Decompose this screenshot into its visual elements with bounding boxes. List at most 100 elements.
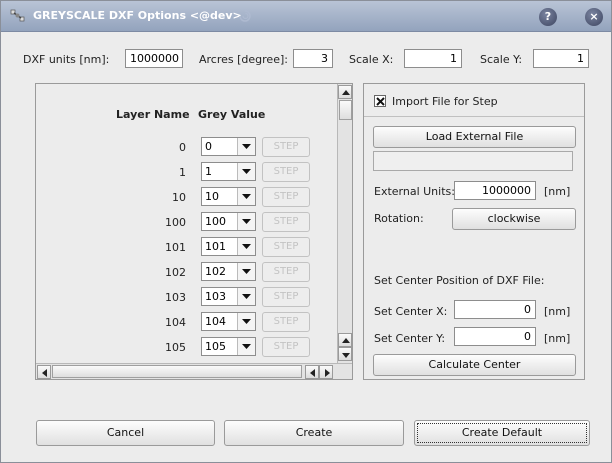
grey-value-combo[interactable]: 1	[201, 162, 256, 181]
step-button[interactable]: STEP	[262, 312, 310, 332]
external-units-unit: [nm]	[544, 185, 571, 198]
dropdown-button[interactable]	[237, 338, 255, 355]
chevron-down-icon	[242, 219, 251, 224]
step-button[interactable]: STEP	[262, 162, 310, 182]
layer-table-panel: Layer Name Grey Value 0 0 STEP 1 1 STEP 10 10 ST…	[35, 83, 353, 380]
external-units-field[interactable]: 1000000	[454, 181, 536, 200]
chevron-down-icon	[242, 344, 251, 349]
arrow-down-icon	[342, 353, 350, 358]
dropdown-button[interactable]	[237, 213, 255, 230]
vertical-scrollbar[interactable]	[337, 84, 352, 363]
import-file-label[interactable]: Import File for Step	[392, 95, 498, 108]
step-button[interactable]: STEP	[262, 187, 310, 207]
layer-name-cell: 0	[179, 141, 186, 154]
layer-name-cell: 101	[165, 241, 186, 254]
scroll-up-button[interactable]	[338, 85, 352, 99]
grey-value-text: 101	[205, 240, 226, 253]
chevron-down-icon	[242, 144, 251, 149]
layer-name-cell: 103	[165, 291, 186, 304]
calculate-center-button[interactable]: Calculate Center	[373, 354, 576, 376]
center-y-field[interactable]: 0	[454, 327, 536, 346]
chevron-down-icon	[242, 269, 251, 274]
step-button[interactable]: STEP	[262, 212, 310, 232]
vertical-scroll-thumb[interactable]	[339, 100, 352, 120]
step-button[interactable]: STEP	[262, 237, 310, 257]
dropdown-button[interactable]	[237, 288, 255, 305]
dropdown-button[interactable]	[237, 238, 255, 255]
step-button[interactable]: STEP	[262, 137, 310, 157]
help-button[interactable]: ?	[539, 8, 557, 26]
grey-value-text: 105	[205, 340, 226, 353]
chevron-down-icon	[242, 194, 251, 199]
grey-value-text: 0	[205, 140, 212, 153]
title-bar[interactable]: GREYSCALE DXF Options <@dev> ? ×	[1, 1, 611, 32]
step-button[interactable]: STEP	[262, 287, 310, 307]
grey-value-combo[interactable]: 10	[201, 187, 256, 206]
divider	[364, 116, 584, 117]
dropdown-button[interactable]	[237, 138, 255, 155]
dropdown-button[interactable]	[237, 188, 255, 205]
arrow-left-icon	[310, 369, 315, 377]
dxf-units-field[interactable]: 1000000	[125, 49, 183, 68]
swirl-icon	[239, 10, 251, 22]
scroll-right-button[interactable]	[319, 365, 333, 379]
rotation-label: Rotation:	[374, 212, 424, 225]
arrow-up-icon	[342, 90, 350, 95]
cancel-button[interactable]: Cancel	[36, 420, 215, 446]
center-x-label: Set Center X:	[374, 305, 448, 318]
grey-value-combo[interactable]: 0	[201, 137, 256, 156]
grey-value-text: 1	[205, 165, 212, 178]
window-title: GREYSCALE DXF Options <@dev>	[33, 9, 242, 22]
grey-value-combo[interactable]: 102	[201, 262, 256, 281]
check-x-icon	[376, 97, 385, 106]
center-y-label: Set Center Y:	[374, 332, 446, 345]
scroll-up-bottom-button[interactable]	[338, 333, 352, 347]
layer-name-cell: 100	[165, 216, 186, 229]
chevron-down-icon	[242, 294, 251, 299]
grey-value-combo[interactable]: 101	[201, 237, 256, 256]
scroll-left-end-button[interactable]	[305, 365, 319, 379]
load-external-file-button[interactable]: Load External File	[373, 126, 576, 148]
create-button[interactable]: Create	[224, 420, 404, 446]
layer-name-header: Layer Name	[116, 108, 190, 121]
dropdown-button[interactable]	[237, 163, 255, 180]
scale-y-field[interactable]: 1	[533, 49, 589, 68]
chevron-down-icon	[242, 169, 251, 174]
scale-x-label: Scale X:	[349, 53, 394, 66]
arrow-right-icon	[325, 369, 330, 377]
grey-value-combo[interactable]: 103	[201, 287, 256, 306]
grey-value-text: 103	[205, 290, 226, 303]
layer-name-cell: 105	[165, 341, 186, 354]
arcres-field[interactable]: 3	[293, 49, 333, 68]
import-file-checkbox[interactable]	[374, 95, 386, 107]
scroll-down-button[interactable]	[338, 347, 352, 361]
center-heading: Set Center Position of DXF File:	[374, 274, 545, 287]
step-button[interactable]: STEP	[262, 337, 310, 357]
satellite-icon	[10, 9, 25, 22]
center-x-unit: [nm]	[544, 305, 571, 318]
close-button[interactable]: ×	[585, 8, 603, 26]
step-button[interactable]: STEP	[262, 262, 310, 282]
arrow-up-icon	[342, 338, 350, 343]
file-path-field[interactable]	[373, 151, 573, 171]
grey-value-header: Grey Value	[198, 108, 266, 121]
dropdown-button[interactable]	[237, 313, 255, 330]
layer-name-cell: 102	[165, 266, 186, 279]
horizontal-scroll-thumb[interactable]	[52, 365, 302, 378]
chevron-down-icon	[242, 244, 251, 249]
center-x-field[interactable]: 0	[454, 300, 536, 319]
grey-value-text: 10	[205, 190, 219, 203]
layer-name-cell: 1	[179, 166, 186, 179]
layer-name-cell: 104	[165, 316, 186, 329]
create-default-button[interactable]: Create Default	[414, 420, 590, 446]
grey-value-combo[interactable]: 100	[201, 212, 256, 231]
scroll-left-button[interactable]	[37, 365, 51, 379]
dropdown-button[interactable]	[237, 263, 255, 280]
external-units-label: External Units:	[374, 185, 455, 198]
grey-value-combo[interactable]: 104	[201, 312, 256, 331]
horizontal-scrollbar[interactable]	[36, 363, 352, 379]
grey-value-text: 104	[205, 315, 226, 328]
grey-value-combo[interactable]: 105	[201, 337, 256, 356]
rotation-button[interactable]: clockwise	[452, 208, 576, 230]
scale-x-field[interactable]: 1	[404, 49, 462, 68]
